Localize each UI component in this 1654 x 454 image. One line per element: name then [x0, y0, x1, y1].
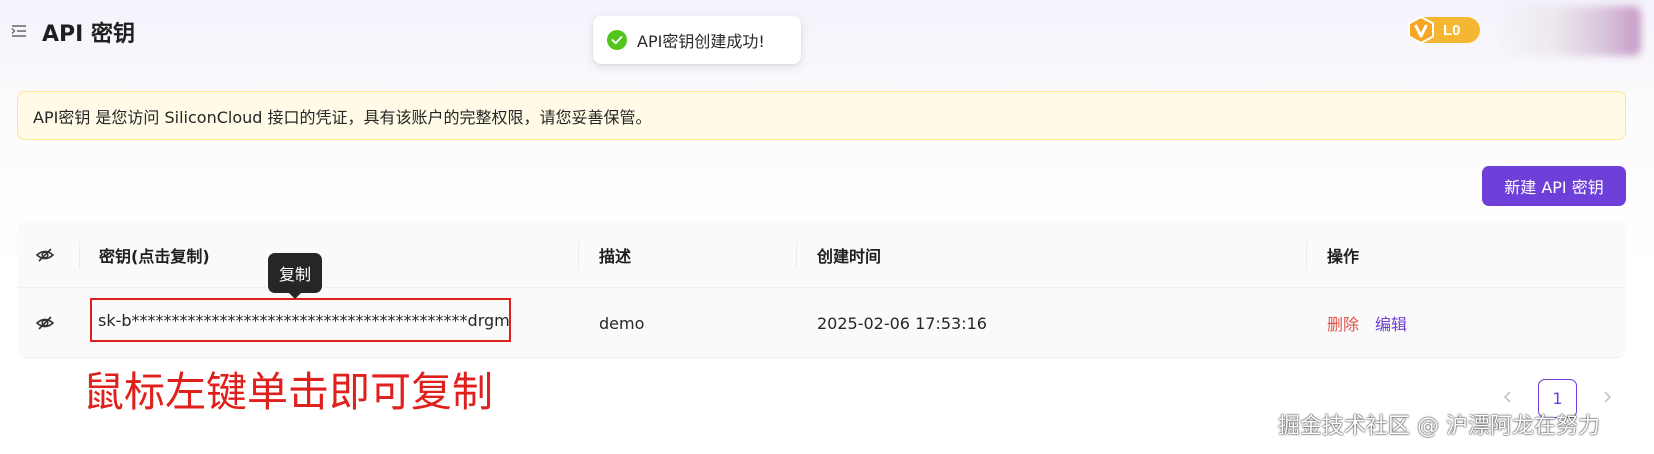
red-annotation: 鼠标左键单击即可复制 — [83, 368, 493, 416]
info-alert: API密钥 是您访问 SiliconCloud 接口的凭证，具有该账户的完整权限… — [17, 91, 1626, 140]
avatar[interactable] — [1498, 6, 1641, 56]
level-badge[interactable]: L0 — [1407, 16, 1480, 44]
check-circle-icon — [607, 30, 627, 50]
column-separator — [1306, 241, 1307, 269]
eye-invisible-icon[interactable] — [35, 245, 55, 265]
actions-cell: 删除 编辑 — [1327, 288, 1407, 358]
new-api-key-button[interactable]: 新建 API 密钥 — [1482, 166, 1626, 206]
chevron-right-icon[interactable] — [1597, 387, 1617, 407]
column-separator — [796, 241, 797, 269]
copy-tooltip: 复制 — [268, 253, 322, 293]
watermark-text: 掘金技术社区 @ 沪漂阿龙在努力 — [1278, 414, 1600, 439]
row-eye-cell[interactable] — [35, 288, 55, 358]
description-cell: demo — [599, 313, 645, 333]
menu-fold-icon[interactable] — [11, 23, 27, 39]
page-header: API 密钥 L0 — [0, 0, 1654, 70]
column-header-actions: 操作 — [1327, 247, 1360, 266]
table-header: 密钥(点击复制) 描述 创建时间 操作 — [17, 222, 1626, 288]
api-key-copy-cell[interactable]: sk-b************************************… — [90, 298, 511, 342]
column-header-created-at: 创建时间 — [817, 247, 882, 266]
eye-invisible-icon[interactable] — [35, 313, 55, 333]
api-key-table: 密钥(点击复制) 描述 创建时间 操作 sk-b****************… — [17, 222, 1626, 358]
v-badge-icon — [1407, 16, 1435, 44]
edit-link[interactable]: 编辑 — [1375, 311, 1407, 335]
created-at-cell: 2025-02-06 17:53:16 — [817, 313, 987, 333]
chevron-left-icon[interactable] — [1498, 387, 1518, 407]
toast-message: API密钥创建成功! — [637, 32, 765, 51]
column-separator — [79, 241, 80, 269]
column-header-description: 描述 — [599, 247, 632, 266]
tooltip-arrow — [288, 292, 302, 299]
table-row: sk-b************************************… — [17, 288, 1626, 358]
header-eye-cell[interactable] — [35, 222, 55, 288]
alert-text: API密钥 是您访问 SiliconCloud 接口的凭证，具有该账户的完整权限… — [33, 107, 652, 127]
column-header-key: 密钥(点击复制) — [99, 247, 210, 266]
api-key-value[interactable]: sk-b************************************… — [98, 311, 509, 330]
page-title: API 密钥 — [42, 22, 135, 47]
success-toast: API密钥创建成功! — [593, 16, 801, 64]
level-label: L0 — [1443, 21, 1461, 39]
delete-link[interactable]: 删除 — [1327, 311, 1359, 335]
column-separator — [578, 241, 579, 269]
